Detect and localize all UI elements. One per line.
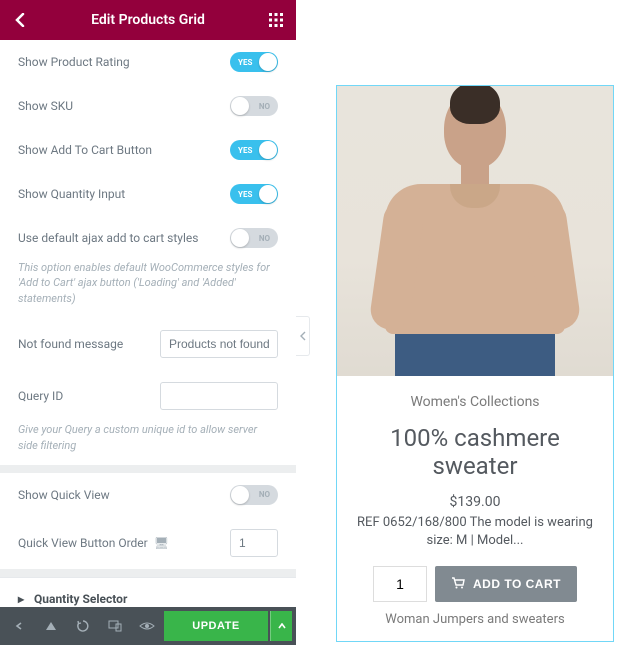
- add-to-cart-button[interactable]: ADD TO CART: [435, 566, 577, 602]
- update-options-button[interactable]: [270, 611, 292, 641]
- show-rating-toggle[interactable]: YES: [230, 52, 278, 72]
- not-found-label: Not found message: [18, 337, 123, 351]
- ajax-styles-toggle[interactable]: NO: [230, 228, 278, 248]
- responsive-button[interactable]: [100, 611, 130, 641]
- navigator-button[interactable]: [36, 611, 66, 641]
- panel-settings-button[interactable]: [4, 611, 34, 641]
- show-add-cart-label: Show Add To Cart Button: [18, 143, 152, 157]
- show-sku-label: Show SKU: [18, 99, 73, 113]
- product-tags[interactable]: Woman Jumpers and sweaters: [337, 612, 613, 627]
- quick-view-order-label: Quick View Button Order🖥: [18, 536, 169, 550]
- query-id-input[interactable]: [160, 382, 278, 410]
- ajax-styles-label: Use default ajax add to cart styles: [18, 231, 198, 245]
- quantity-input[interactable]: [373, 566, 427, 602]
- product-card[interactable]: Women's Collections 100% cashmere sweate…: [336, 85, 614, 642]
- show-qty-label: Show Quantity Input: [18, 187, 125, 201]
- caret-right-icon: ▸: [18, 592, 24, 606]
- product-price: $139.00: [337, 494, 613, 510]
- product-image[interactable]: [337, 86, 613, 376]
- show-rating-label: Show Product Rating: [18, 55, 130, 69]
- product-category[interactable]: Women's Collections: [337, 394, 613, 410]
- show-sku-toggle[interactable]: NO: [230, 96, 278, 116]
- show-qty-toggle[interactable]: YES: [230, 184, 278, 204]
- quick-view-order-input[interactable]: [230, 529, 278, 557]
- responsive-icon[interactable]: 🖥: [154, 536, 169, 550]
- cart-icon: [451, 577, 465, 592]
- query-id-label: Query ID: [18, 389, 63, 403]
- show-add-cart-toggle[interactable]: YES: [230, 140, 278, 160]
- history-button[interactable]: [68, 611, 98, 641]
- update-button[interactable]: UPDATE: [164, 611, 268, 641]
- preview-area: Women's Collections 100% cashmere sweate…: [296, 0, 624, 645]
- quick-view-label: Show Quick View: [18, 488, 110, 502]
- product-description: REF 0652/168/800 The model is wearing si…: [337, 514, 613, 550]
- widgets-grid-button[interactable]: [266, 10, 286, 30]
- quick-view-toggle[interactable]: NO: [230, 485, 278, 505]
- product-title[interactable]: 100% cashmere sweater: [347, 424, 603, 480]
- ajax-styles-help: This option enables default WooCommerce …: [0, 260, 296, 318]
- collapse-panel-button[interactable]: [296, 316, 310, 356]
- panel-title: Edit Products Grid: [30, 12, 266, 28]
- quantity-selector-section[interactable]: ▸ Quantity Selector: [0, 578, 296, 607]
- preview-button[interactable]: [132, 611, 162, 641]
- back-button[interactable]: [10, 10, 30, 30]
- not-found-input[interactable]: [160, 330, 278, 358]
- query-id-help: Give your Query a custom unique id to al…: [0, 422, 296, 465]
